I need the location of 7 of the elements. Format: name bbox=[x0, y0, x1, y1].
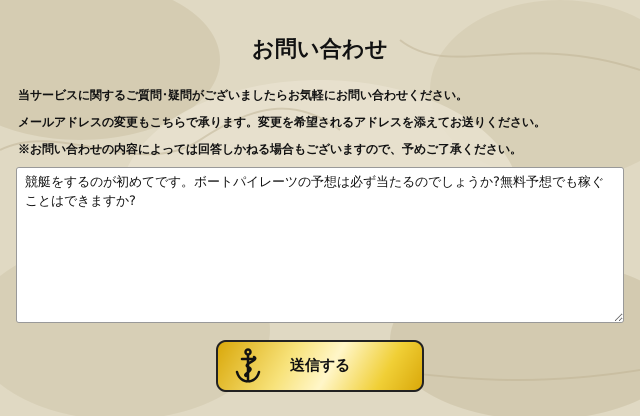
notice-text: メールアドレスの変更もこちらで承ります。変更を希望されるアドレスを添えてお送りください。 bbox=[18, 114, 547, 130]
submit-button[interactable]: 送信する bbox=[216, 340, 424, 392]
notice-text: 当サービスに関するご質問･疑問がございましたらお気軽にお問い合わせください。 bbox=[18, 87, 469, 103]
page-title: お問い合わせ bbox=[252, 35, 388, 63]
notice-text: ※お問い合わせの内容によっては回答しかねる場合もございますので、予めご了承ください。 bbox=[18, 141, 523, 157]
anchor-icon bbox=[234, 348, 262, 384]
message-field[interactable]: 競艇をするのが初めてです。ボートパイレーツの予想は必ず当たるのでしょうか?無料予想でも稼ぐことはできますか? bbox=[16, 167, 624, 323]
